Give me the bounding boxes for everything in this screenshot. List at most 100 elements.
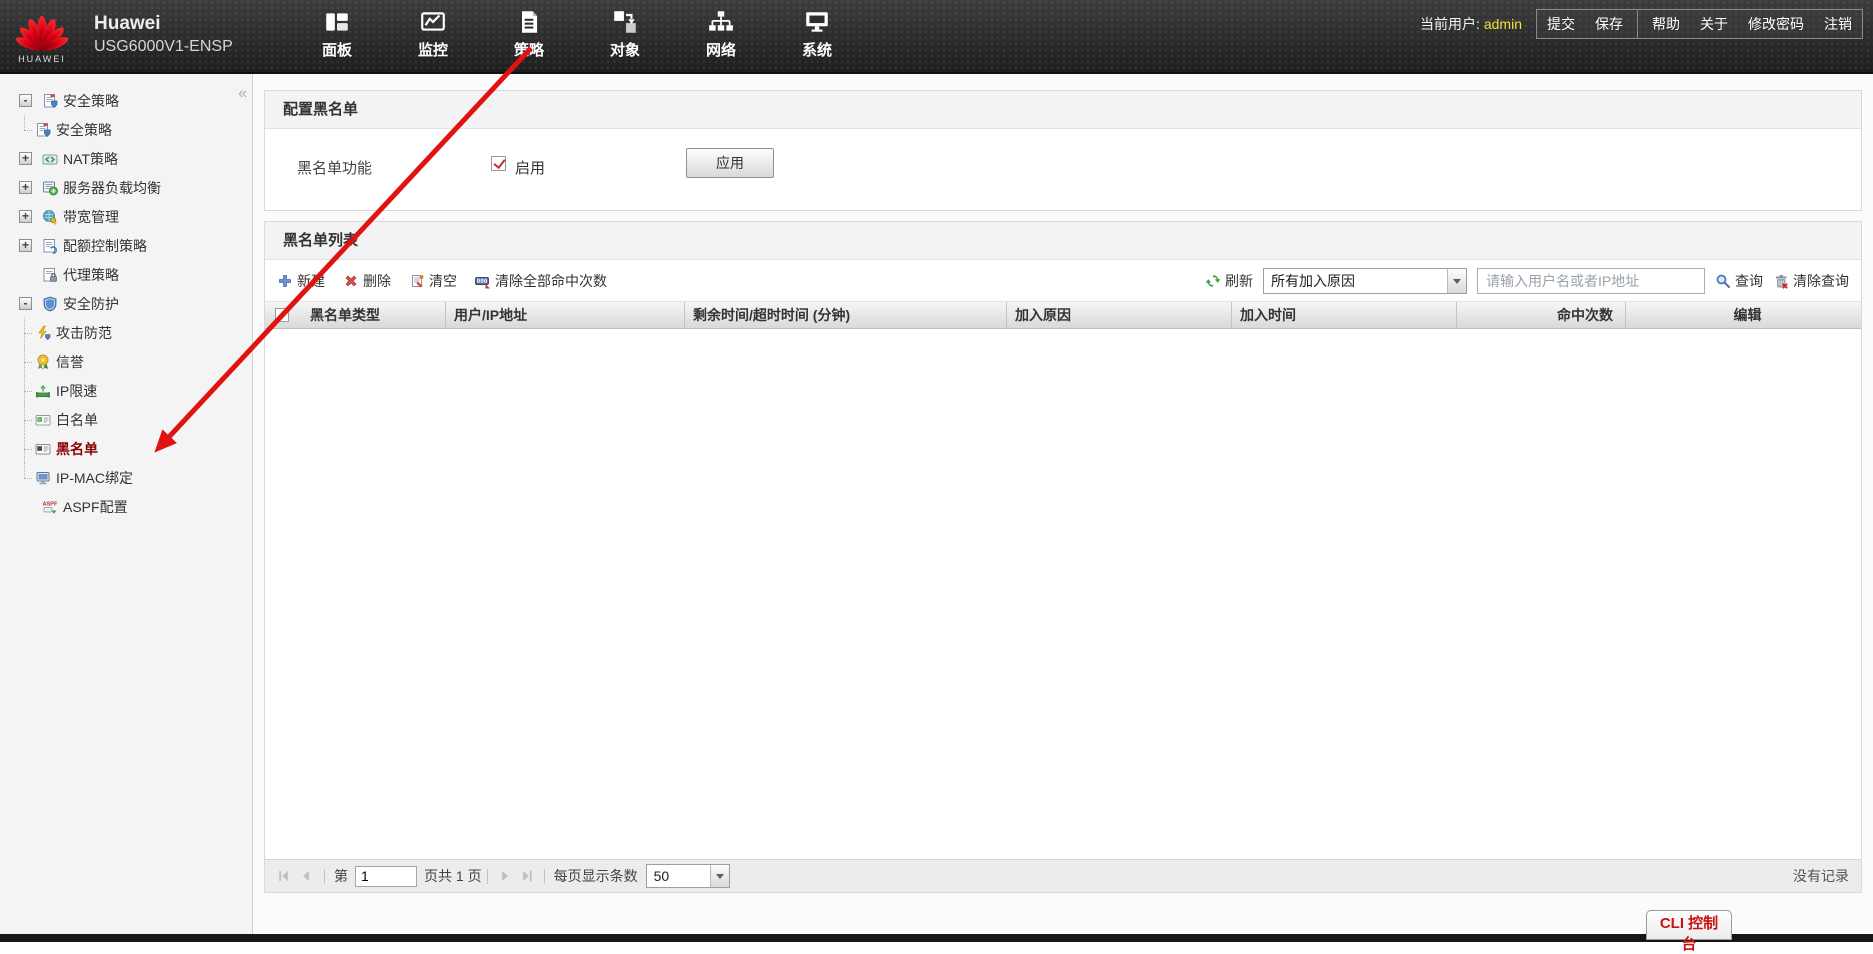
- nav-item-network[interactable]: 网络: [688, 8, 754, 60]
- collapse-toggle[interactable]: [19, 94, 32, 107]
- clear-all-hits-button[interactable]: 000 清除全部命中次数: [475, 271, 607, 291]
- attack-defense-icon: [35, 325, 51, 341]
- col-user-ip[interactable]: 用户/IP地址: [446, 302, 685, 328]
- sidebar-item-security-policy[interactable]: 安全策略: [0, 86, 252, 115]
- sidebar-item-proxy-policy[interactable]: 代理策略: [0, 260, 252, 289]
- submit-button[interactable]: 提交: [1537, 10, 1585, 38]
- dashboard-icon: [323, 8, 351, 36]
- reason-filter-select[interactable]: 所有加入原因: [1263, 268, 1467, 294]
- reputation-icon: [35, 354, 51, 370]
- tree-connector: [24, 463, 33, 492]
- logo-wordmark: HUAWEI: [18, 54, 66, 64]
- refresh-button[interactable]: 刷新: [1205, 271, 1253, 291]
- expand-toggle[interactable]: [19, 152, 32, 165]
- page-prefix: 第: [334, 866, 348, 886]
- policy-icon: [515, 8, 543, 36]
- sidebar-item-attack-defense[interactable]: 攻击防范: [0, 318, 252, 347]
- divider: [544, 869, 545, 884]
- divider: [487, 869, 488, 884]
- sidebar-item-ip-mac-binding[interactable]: IP-MAC绑定: [0, 463, 252, 492]
- table-body: [265, 330, 1861, 859]
- clear-button[interactable]: 清空: [409, 271, 457, 291]
- first-page-icon[interactable]: [277, 868, 293, 884]
- next-page-icon[interactable]: [497, 868, 513, 884]
- main-content: 配置黑名单 黑名单功能 启用 应用 黑名单列表 新建: [254, 74, 1873, 934]
- sidebar-item-whitelist[interactable]: 白名单: [0, 405, 252, 434]
- chevron-down-icon[interactable]: [1447, 269, 1466, 293]
- about-button[interactable]: 关于: [1690, 10, 1738, 38]
- help-button[interactable]: 帮助: [1642, 10, 1690, 38]
- per-page-label: 每页显示条数: [554, 866, 638, 886]
- sidebar-item-bandwidth-management[interactable]: 带宽管理: [0, 202, 252, 231]
- sidebar-item-security-policy-child[interactable]: 安全策略: [0, 115, 252, 144]
- clear-query-button[interactable]: 清除查询: [1773, 271, 1849, 291]
- expand-toggle[interactable]: [19, 210, 32, 223]
- sidebar-item-aspf-config[interactable]: ASPF ASPF配置: [0, 492, 252, 521]
- collapse-toggle[interactable]: [19, 297, 32, 310]
- expand-toggle[interactable]: [19, 181, 32, 194]
- sidebar-item-ip-rate-limit[interactable]: IP限速: [0, 376, 252, 405]
- divider: [1637, 10, 1638, 38]
- pagination-bar: 第 页共 1 页 每页显示条数 50 没有记录: [265, 859, 1861, 892]
- topbar: HUAWEI Huawei USG6000V1-ENSP 面板 监控: [0, 0, 1873, 74]
- delete-button[interactable]: 删除: [343, 271, 391, 291]
- shield-icon: [42, 296, 58, 312]
- monitor-icon: [419, 8, 447, 36]
- nav-item-monitor[interactable]: 监控: [400, 8, 466, 60]
- change-password-button[interactable]: 修改密码: [1738, 10, 1814, 38]
- col-blacklist-type[interactable]: 黑名单类型: [302, 302, 446, 328]
- tree-connector: [24, 376, 33, 405]
- blacklist-function-label: 黑名单功能: [297, 157, 372, 178]
- topbar-actions: 提交 保存 帮助 关于 修改密码 注销: [1536, 9, 1863, 39]
- col-join-reason[interactable]: 加入原因: [1007, 302, 1232, 328]
- current-user-name: admin: [1484, 16, 1522, 32]
- sidebar-item-nat-policy[interactable]: NAT策略: [0, 144, 252, 173]
- ip-rate-limit-icon: [35, 383, 51, 399]
- search-icon: [1715, 273, 1731, 289]
- svg-text:000: 000: [477, 278, 488, 285]
- add-icon: [277, 273, 293, 289]
- col-join-time[interactable]: 加入时间: [1232, 302, 1457, 328]
- last-page-icon[interactable]: [518, 868, 534, 884]
- chevron-down-icon[interactable]: [710, 865, 729, 887]
- select-all-checkbox[interactable]: [275, 308, 289, 322]
- sidebar-collapse-button[interactable]: «: [238, 86, 247, 102]
- sidebar-item-quota-control-policy[interactable]: 配额控制策略: [0, 231, 252, 260]
- server-load-balance-icon: [42, 180, 58, 196]
- col-hit-count[interactable]: 命中次数: [1457, 302, 1626, 328]
- sidebar-item-security-protection[interactable]: 安全防护: [0, 289, 252, 318]
- clear-icon: [409, 273, 425, 289]
- sidebar: « 安全策略 安全策略: [0, 74, 253, 934]
- security-policy-icon: [35, 122, 51, 138]
- search-input[interactable]: [1477, 268, 1705, 294]
- page-suffix: 页共 1 页: [424, 866, 482, 886]
- per-page-select[interactable]: 50: [646, 864, 730, 888]
- config-panel-title: 配置黑名单: [265, 91, 1861, 129]
- quota-control-icon: [42, 238, 58, 254]
- nav-item-system[interactable]: 系统: [784, 8, 850, 60]
- col-edit[interactable]: 编辑: [1626, 302, 1861, 328]
- prev-page-icon[interactable]: [298, 868, 314, 884]
- nav-item-objects[interactable]: 对象: [592, 8, 658, 60]
- col-remaining-time[interactable]: 剩余时间/超时时间 (分钟): [685, 302, 1007, 328]
- nav-item-policy[interactable]: 策略: [496, 8, 562, 60]
- enable-checkbox[interactable]: [491, 156, 506, 171]
- logout-button[interactable]: 注销: [1814, 10, 1862, 38]
- save-button[interactable]: 保存: [1585, 10, 1633, 38]
- page-input[interactable]: [355, 866, 417, 887]
- nav-item-dashboard[interactable]: 面板: [304, 8, 370, 60]
- system-icon: [803, 8, 831, 36]
- huawei-logo: HUAWEI: [14, 4, 70, 64]
- trash-icon: [1773, 273, 1789, 289]
- sidebar-item-blacklist[interactable]: 黑名单: [0, 434, 252, 463]
- new-button[interactable]: 新建: [277, 271, 325, 291]
- apply-button[interactable]: 应用: [686, 148, 774, 178]
- cli-console-button[interactable]: CLI 控制台: [1646, 910, 1732, 940]
- sidebar-item-reputation[interactable]: 信誉: [0, 347, 252, 376]
- query-button[interactable]: 查询: [1715, 271, 1763, 291]
- delete-icon: [343, 273, 359, 289]
- enable-label: 启用: [515, 157, 545, 178]
- expand-toggle[interactable]: [19, 239, 32, 252]
- blacklist-list-panel: 黑名单列表 新建 删除: [264, 221, 1862, 893]
- sidebar-item-server-load-balance[interactable]: 服务器负载均衡: [0, 173, 252, 202]
